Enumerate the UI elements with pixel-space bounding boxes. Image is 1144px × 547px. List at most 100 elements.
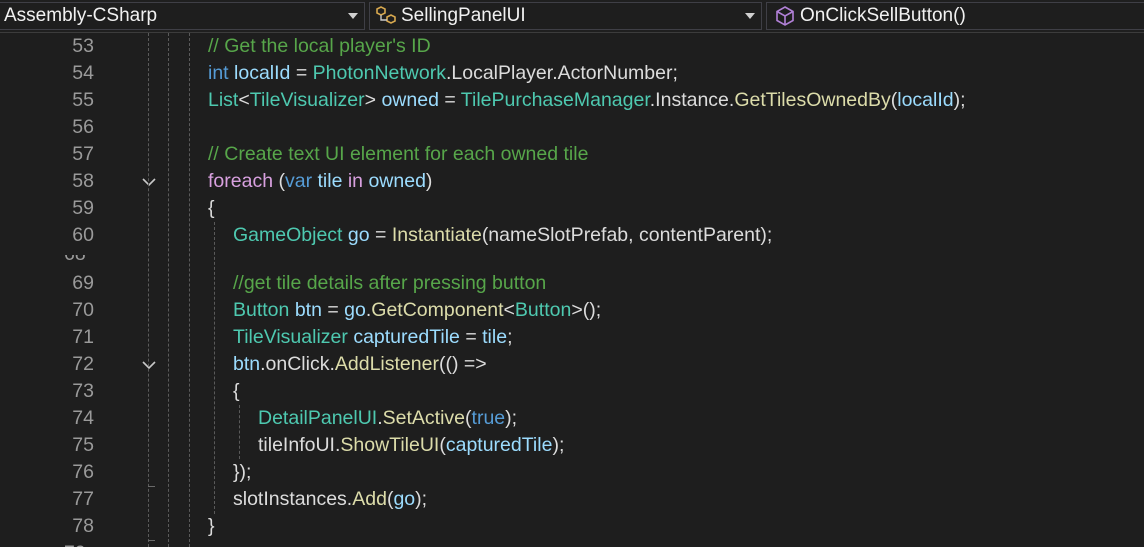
code-line[interactable]: 74 DetailPanelUI.SetActive(true);	[0, 405, 1144, 432]
code-line[interactable]: 72 btn.onClick.AddListener(() =>	[0, 351, 1144, 378]
code-token: >();	[571, 299, 602, 321]
code-text: tileInfoUI.ShowTileUI(capturedTile);	[258, 432, 564, 459]
code-token: =	[290, 62, 313, 84]
chevron-down-icon[interactable]	[745, 13, 755, 19]
code-editor[interactable]: 68 79 53 // Get the local player's ID 54 in…	[0, 33, 1144, 547]
code-line[interactable]: 70 Button btn = go.GetComponent<Button>()…	[0, 297, 1144, 324]
block-end-marker	[148, 540, 155, 541]
code-line[interactable]: 56	[0, 114, 1144, 141]
code-token: DetailPanelUI	[258, 407, 378, 429]
code-token: .LocalPlayer.ActorNumber;	[445, 62, 678, 84]
code-line[interactable]: 71 TileVisualizer capturedTile = tile;	[0, 324, 1144, 351]
code-line[interactable]: 54 int localId = PhotonNetwork.LocalPlaye…	[0, 60, 1144, 87]
code-line[interactable]: 53 // Get the local player's ID	[0, 33, 1144, 60]
code-token: .onClick.	[260, 353, 335, 375]
line-number: 53	[72, 35, 94, 57]
code-token: localId	[234, 62, 291, 84]
code-token: >	[364, 89, 382, 111]
project-dropdown[interactable]: Assembly-CSharp	[0, 2, 365, 30]
collapse-chevron-icon[interactable]	[141, 358, 157, 372]
line-number: 60	[72, 224, 94, 246]
code-token: AddListener	[334, 353, 439, 375]
code-token: btn	[233, 353, 261, 375]
code-token: tileInfoUI.	[258, 434, 341, 456]
code-token: );	[415, 488, 428, 510]
line-number: 58	[72, 170, 94, 192]
line-number: 71	[72, 326, 94, 348]
code-token: });	[233, 461, 252, 483]
code-token: localId	[897, 89, 954, 111]
line-number: 54	[72, 62, 94, 84]
code-token: owned	[381, 89, 439, 111]
code-token: GetComponent	[371, 299, 504, 321]
code-token: TilePurchaseManager	[460, 89, 650, 111]
code-token: .Instance.	[649, 89, 735, 111]
type-dropdown-label: SellingPanelUI	[401, 5, 526, 26]
code-line[interactable]: 55 List<TileVisualizer> owned = TilePurch…	[0, 87, 1144, 114]
code-token: );	[953, 89, 966, 111]
code-text: int localId = PhotonNetwork.LocalPlayer.…	[208, 60, 678, 87]
type-dropdown[interactable]: SellingPanelUI	[369, 2, 762, 30]
code-line[interactable]: 69 //get tile details after pressing butt…	[0, 270, 1144, 297]
code-token: Instantiate	[391, 224, 482, 246]
code-line[interactable]: 59 {	[0, 195, 1144, 222]
indent-guide	[148, 33, 149, 547]
code-token: (nameSlotPrefab, contentParent);	[481, 224, 773, 246]
code-text: DetailPanelUI.SetActive(true);	[258, 405, 517, 432]
code-token: owned	[368, 170, 426, 192]
method-icon	[776, 6, 794, 26]
code-token: GameObject	[233, 224, 343, 246]
code-token: PhotonNetwork	[312, 62, 446, 84]
member-dropdown-label: OnClickSellButton()	[800, 5, 966, 26]
code-token: go	[393, 488, 416, 510]
line-number: 59	[72, 197, 94, 219]
code-token: (() =>	[438, 353, 487, 375]
indent-guide	[239, 405, 240, 459]
code-token: foreach	[208, 170, 274, 192]
line-number: 72	[72, 353, 94, 375]
code-text: Button btn = go.GetComponent<Button>();	[233, 297, 601, 324]
code-token: ;	[507, 326, 513, 348]
line-number: 75	[72, 434, 94, 456]
line-number: 73	[72, 380, 94, 402]
code-text: List<TileVisualizer> owned = TilePurchas…	[208, 87, 966, 114]
code-token: List	[208, 89, 239, 111]
code-line[interactable]: 77 slotInstances.Add(go);	[0, 486, 1144, 513]
code-text: //get tile details after pressing button	[233, 270, 546, 297]
code-token: Button	[514, 299, 572, 321]
code-token: <	[503, 299, 515, 321]
code-line[interactable]: 75 tileInfoUI.ShowTileUI(capturedTile);	[0, 432, 1144, 459]
line-number: 78	[72, 515, 94, 537]
code-text: TileVisualizer capturedTile = tile;	[233, 324, 513, 351]
code-token: SetActive	[382, 407, 466, 429]
code-line[interactable]: 78}	[0, 513, 1144, 540]
code-token: true	[471, 407, 506, 429]
chevron-down-icon[interactable]	[348, 13, 358, 19]
partial-line-number: 79	[64, 540, 98, 547]
code-token: var	[284, 170, 313, 192]
line-number: 69	[72, 272, 94, 294]
indent-guide	[189, 33, 190, 547]
code-line[interactable]: 57 // Create text UI element for each own…	[0, 141, 1144, 168]
code-token: in	[347, 170, 364, 192]
code-token: (	[273, 170, 285, 192]
partial-line-number: 68	[64, 255, 98, 264]
code-line[interactable]: 58 foreach (var tile in owned)	[0, 168, 1144, 195]
code-token: =	[438, 89, 461, 111]
code-text: });	[233, 459, 251, 486]
code-line[interactable]: 73 {	[0, 378, 1144, 405]
code-line[interactable]: 60 GameObject go = Instantiate(nameSlotPr…	[0, 222, 1144, 249]
code-token: Add	[352, 488, 387, 510]
indent-guide	[168, 33, 169, 547]
code-line[interactable]: 76});	[0, 459, 1144, 486]
code-token: int	[208, 62, 229, 84]
code-token: //get tile details after pressing button	[233, 272, 547, 294]
code-token: =	[459, 326, 483, 348]
collapse-chevron-icon[interactable]	[141, 175, 157, 189]
navigation-bar: Assembly-CSharp SellingPanelUI OnClickSe…	[0, 0, 1144, 33]
member-dropdown[interactable]: OnClickSellButton()	[766, 2, 1144, 30]
code-text: {	[233, 378, 240, 405]
code-text: {	[208, 195, 215, 222]
block-end-marker	[148, 486, 155, 487]
code-text: }	[208, 513, 215, 540]
